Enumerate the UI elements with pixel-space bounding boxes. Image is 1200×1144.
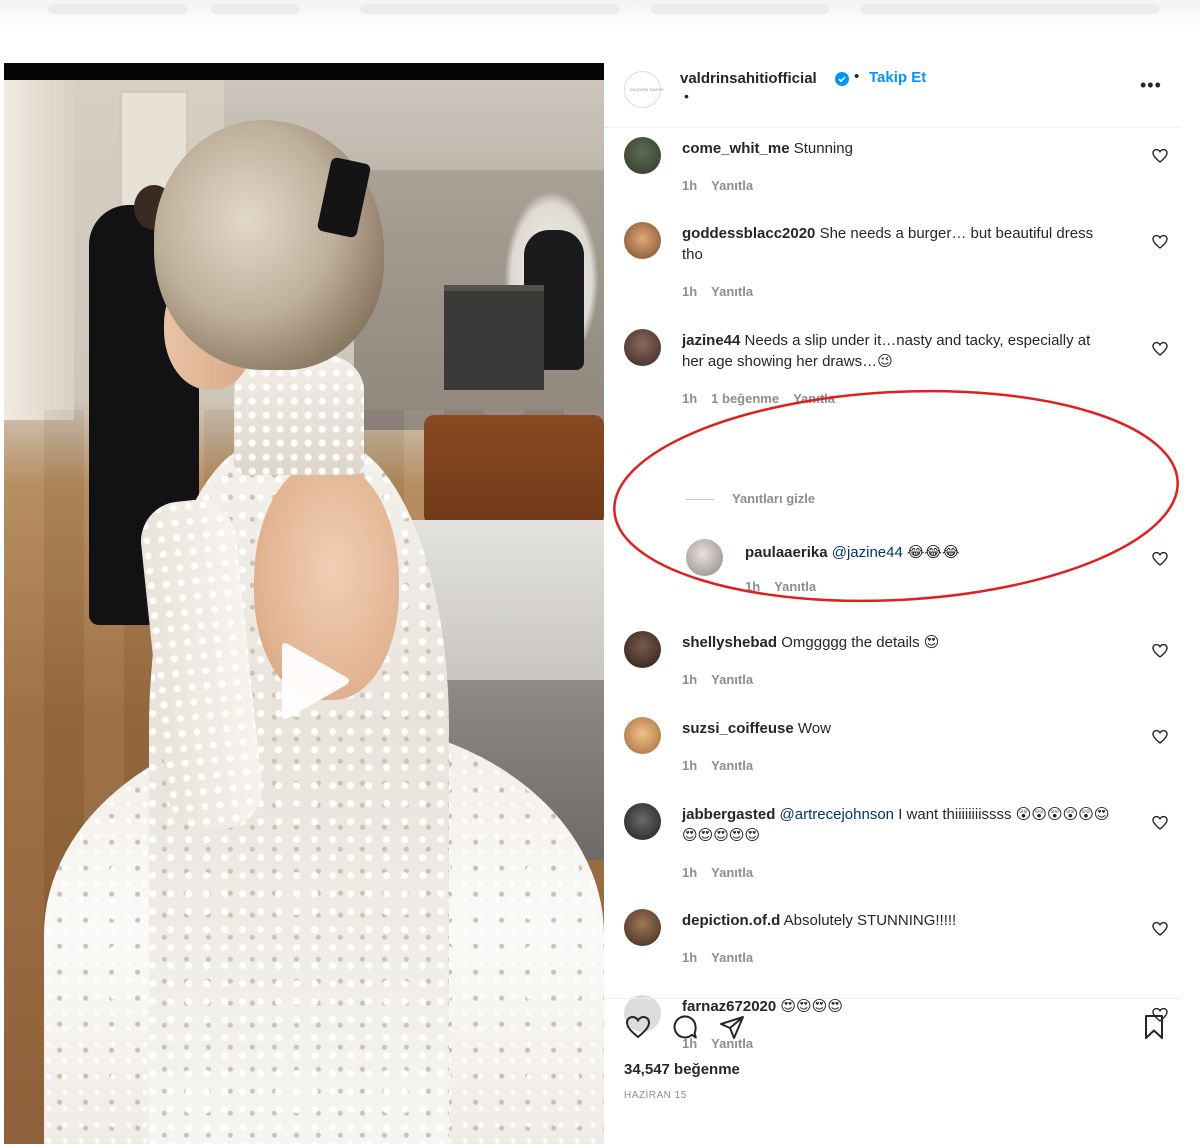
like-comment-heart-icon[interactable] <box>1152 643 1168 659</box>
comment-username[interactable]: suzsi_coiffeuse <box>682 720 794 737</box>
like-count[interactable]: 34,547 beğenme <box>624 1061 740 1078</box>
video-top-bar <box>4 63 604 80</box>
video-frame <box>4 80 604 1144</box>
replies-divider-line <box>686 499 714 501</box>
reply-button[interactable]: Yanıtla <box>711 758 753 773</box>
comment-text: goddessblacc2020 She needs a burger… but… <box>682 223 1112 265</box>
reply-button[interactable]: Yanıtla <box>711 284 753 299</box>
comment-text: jazine44 Needs a slip under it…nasty and… <box>682 330 1112 372</box>
comment-time: 1h <box>682 391 698 406</box>
comment-body: Absolutely STUNNING!!!!! <box>783 912 957 929</box>
comment-time: 1h <box>682 950 698 965</box>
comment-text: depiction.of.d Absolutely STUNNING!!!!! <box>682 910 1112 931</box>
author-avatar[interactable]: VALDRIN SAHITI <box>624 71 664 108</box>
comment-username[interactable]: goddessblacc2020 <box>682 225 815 242</box>
reply-button[interactable]: Yanıtla <box>711 178 753 193</box>
reply-meta: 1h Yanıtla <box>745 579 830 594</box>
comment-username[interactable]: come_whit_me <box>682 140 790 157</box>
reply-button[interactable]: Yanıtla <box>793 391 835 406</box>
reply-username[interactable]: paulaaerika <box>745 544 828 561</box>
reply-button[interactable]: Yanıtla <box>711 672 753 687</box>
comment-like-count[interactable]: 1 beğenme <box>711 391 779 406</box>
play-icon[interactable] <box>274 641 352 721</box>
comments-list[interactable]: come_whit_me Stunning 1h Yanıtla goddessb… <box>604 129 1180 1061</box>
comment-meta: 1h Yanıtla <box>682 950 767 965</box>
comment-meta: 1h Yanıtla <box>682 758 767 773</box>
header-separator: • <box>854 68 860 85</box>
verified-badge-icon <box>835 72 849 86</box>
comment-text: shellyshebad Omggggg the details 😍 <box>682 632 1112 653</box>
reply-button[interactable]: Yanıtla <box>711 950 753 965</box>
comment-time: 1h <box>682 758 698 773</box>
comment-text: suzsi_coiffeuse Wow <box>682 718 1112 739</box>
author-username[interactable]: valdrinsahitiofficial <box>680 70 817 87</box>
like-comment-heart-icon[interactable] <box>1152 815 1168 831</box>
comment-body: Wow <box>797 720 831 737</box>
post-video[interactable] <box>4 63 604 1144</box>
post-header: VALDRIN SAHITI valdrinsahitiofficial • T… <box>604 63 1180 128</box>
comment-meta: 1h Yanıtla <box>682 178 767 193</box>
comment-time: 1h <box>682 284 698 299</box>
commenter-avatar[interactable] <box>624 909 661 946</box>
header-subtitle: • <box>684 88 689 104</box>
like-comment-heart-icon[interactable] <box>1152 729 1168 745</box>
comment-time: 1h <box>682 672 698 687</box>
comment-text: come_whit_me Stunning <box>682 138 1112 159</box>
comment-username[interactable]: jazine44 <box>682 332 740 349</box>
commenter-avatar[interactable] <box>624 803 661 840</box>
blurred-text <box>860 4 1160 14</box>
post-sidebar: VALDRIN SAHITI valdrinsahitiofficial • T… <box>604 63 1180 1144</box>
like-comment-heart-icon[interactable] <box>1152 234 1168 250</box>
reply-button[interactable]: Yanıtla <box>774 579 816 594</box>
comment-meta: 1h Yanıtla <box>682 672 767 687</box>
hide-replies-button[interactable]: Yanıtları gizle <box>686 491 815 506</box>
comment-username[interactable]: shellyshebad <box>682 634 777 651</box>
commenter-avatar[interactable] <box>624 717 661 754</box>
bookmark-icon[interactable] <box>1140 1013 1168 1041</box>
reply-body: 😂😂😂 <box>907 544 960 561</box>
blurred-text <box>360 4 620 14</box>
commenter-avatar[interactable] <box>624 137 661 174</box>
reply-time: 1h <box>745 579 761 594</box>
comment-bubble-icon[interactable] <box>671 1013 699 1041</box>
comment-body: Needs a slip under it…nasty and tacky, e… <box>682 332 1091 370</box>
comment-body: Omggggg the details 😍 <box>781 634 940 651</box>
reply-text: paulaaerika @jazine44 😂😂😂 <box>745 542 1175 563</box>
blurred-text <box>48 4 188 14</box>
comment-meta: 1h 1 beğenme Yanıtla <box>682 391 849 406</box>
reply-button[interactable]: Yanıtla <box>711 865 753 880</box>
comment-time: 1h <box>682 865 698 880</box>
top-blurred-strip <box>0 0 1200 30</box>
reply-mention[interactable]: @jazine44 <box>832 544 903 561</box>
author-logo-text: VALDRIN SAHITI <box>630 87 664 92</box>
comment-body: Stunning <box>793 140 853 157</box>
commenter-avatar[interactable] <box>624 329 661 366</box>
share-paper-plane-icon[interactable] <box>718 1013 746 1041</box>
comment-text: jabbergasted @artrecejohnson I want thii… <box>682 804 1112 846</box>
replier-avatar[interactable] <box>686 539 723 576</box>
post-date: HAZİRAN 15 <box>624 1090 687 1101</box>
more-options-icon[interactable]: ••• <box>1140 75 1162 96</box>
like-reply-heart-icon[interactable] <box>1152 551 1168 567</box>
like-comment-heart-icon[interactable] <box>1152 921 1168 937</box>
commenter-avatar[interactable] <box>624 631 661 668</box>
comment-time: 1h <box>682 178 698 193</box>
comment-username[interactable]: depiction.of.d <box>682 912 780 929</box>
like-comment-heart-icon[interactable] <box>1152 341 1168 357</box>
post-actions: 34,547 beğenme HAZİRAN 15 <box>604 998 1180 1144</box>
comment-meta: 1h Yanıtla <box>682 865 767 880</box>
commenter-avatar[interactable] <box>624 222 661 259</box>
like-comment-heart-icon[interactable] <box>1152 148 1168 164</box>
follow-button[interactable]: Takip Et <box>869 69 926 86</box>
comment-username[interactable]: jabbergasted <box>682 806 775 823</box>
blurred-text <box>650 4 830 14</box>
like-heart-icon[interactable] <box>624 1013 652 1041</box>
comment-mention[interactable]: @artrecejohnson <box>780 806 894 823</box>
hide-replies-label: Yanıtları gizle <box>732 491 816 506</box>
comment-meta: 1h Yanıtla <box>682 284 767 299</box>
blurred-text <box>210 4 300 14</box>
